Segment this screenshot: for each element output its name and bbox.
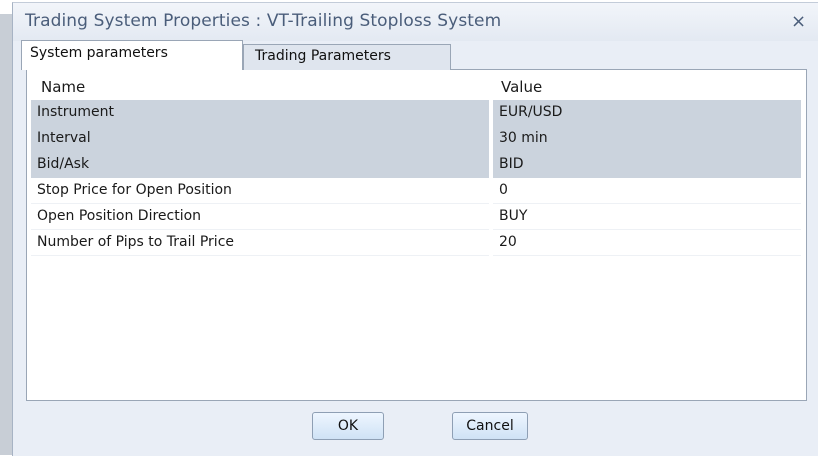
table-row[interactable]: Interval 30 min	[31, 126, 801, 152]
param-name: Interval	[31, 126, 489, 152]
window-left-edge	[0, 14, 12, 455]
param-value-input[interactable]: 20	[493, 230, 801, 256]
param-value: 30 min	[493, 126, 801, 152]
param-name: Bid/Ask	[31, 152, 489, 178]
column-header-value[interactable]: Value	[493, 74, 801, 100]
param-name: Instrument	[31, 100, 489, 126]
param-name: Stop Price for Open Position	[31, 178, 489, 204]
table-row[interactable]: Bid/Ask BID	[31, 152, 801, 178]
param-name: Open Position Direction	[31, 204, 489, 230]
close-icon[interactable]: ×	[791, 11, 806, 32]
title-bar[interactable]: Trading System Properties : VT-Trailing …	[13, 3, 818, 41]
param-value: BID	[493, 152, 801, 178]
table-row[interactable]: Stop Price for Open Position 0	[31, 178, 801, 204]
table-row[interactable]: Open Position Direction BUY	[31, 204, 801, 230]
window-title: Trading System Properties : VT-Trailing …	[25, 11, 502, 31]
param-name: Number of Pips to Trail Price	[31, 230, 489, 256]
table-row[interactable]: Number of Pips to Trail Price 20	[31, 230, 801, 256]
tab-trading-parameters[interactable]: Trading Parameters	[243, 44, 451, 70]
cancel-button[interactable]: Cancel	[452, 412, 528, 440]
column-header-name[interactable]: Name	[31, 74, 489, 100]
tab-system-parameters[interactable]: System parameters	[21, 40, 243, 70]
param-value: EUR/USD	[493, 100, 801, 126]
ok-button[interactable]: OK	[312, 412, 384, 440]
param-value-select[interactable]: BUY	[493, 204, 801, 230]
table-row[interactable]: Instrument EUR/USD	[31, 100, 801, 126]
param-value-input[interactable]: 0	[493, 178, 801, 204]
parameters-grid: Name Value Instrument EUR/USD Interval 3…	[26, 69, 807, 401]
grid-header-row: Name Value	[31, 74, 801, 100]
